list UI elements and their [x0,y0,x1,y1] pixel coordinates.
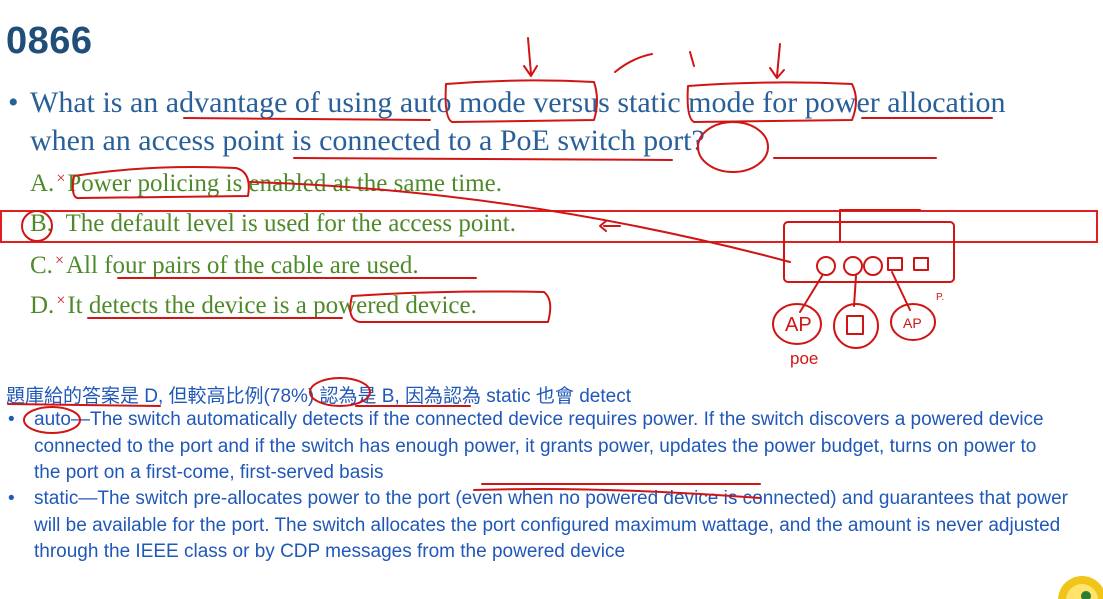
wrong-mark: × [56,170,66,187]
sketch-label-ap: AP [903,315,922,331]
question-text: What is an advantage of using auto mode … [30,86,1006,157]
wrong-mark: × [54,252,64,269]
port-circle [843,256,863,276]
option-b: B. The default level is used for the acc… [30,210,516,238]
answer-note: 題庫給的答案是 D, 但較高比例(78%) 認為是 B, 因為認為 static… [6,386,631,407]
slide: 0866 • What is an advantage of using aut… [0,0,1103,599]
option-c: C. ×All four pairs of the cable are used. [30,252,419,280]
question-bullet: • [8,86,19,119]
explanation-auto: • auto—The switch automatically detects … [8,407,1068,487]
slide-title: 0866 [6,20,93,62]
port-sketch [913,257,929,271]
option-letter: D. [30,292,55,319]
sketch-label-p: P. [936,292,944,303]
down-arrow-icon [769,43,785,79]
sketch-label-poe: poe [790,349,818,368]
explanation-bullet: • [8,409,15,430]
logo-icon [1058,576,1103,599]
option-letter: B. [30,210,53,237]
explanation-static: • static—The switch pre-allocates power … [8,486,1068,566]
question: • What is an advantage of using auto mod… [8,84,1018,160]
ap-circle [890,303,936,341]
option-letter: C. [30,252,53,279]
option-a: A. ×Power policing is enabled at the same… [30,170,502,198]
explanation-text: static—The switch pre-allocates power to… [34,488,1068,562]
port-circle [816,256,836,276]
ap-circle [772,303,822,345]
down-arrow-icon [523,37,538,77]
wrong-mark: × [56,292,66,309]
device-sketch [846,315,864,335]
explanation-bullet: • [8,488,15,509]
port-circle [863,256,883,276]
explanation-text: auto—The switch automatically detects if… [34,409,1044,483]
ink-stroke [614,53,653,73]
sketch-label-ap: AP [785,314,812,336]
option-text: Power policing is enabled at the same ti… [67,170,502,197]
option-letter: A. [30,170,55,197]
ink-stroke [799,271,911,313]
port-sketch [887,257,903,271]
option-text: The default level is used for the access… [65,210,516,237]
option-text: All four pairs of the cable are used. [65,252,419,279]
ink-stroke [689,51,695,67]
device-circle [833,303,879,349]
option-text: It detects the device is a powered devic… [67,292,477,319]
option-d: D. ×It detects the device is a powered de… [30,292,477,320]
